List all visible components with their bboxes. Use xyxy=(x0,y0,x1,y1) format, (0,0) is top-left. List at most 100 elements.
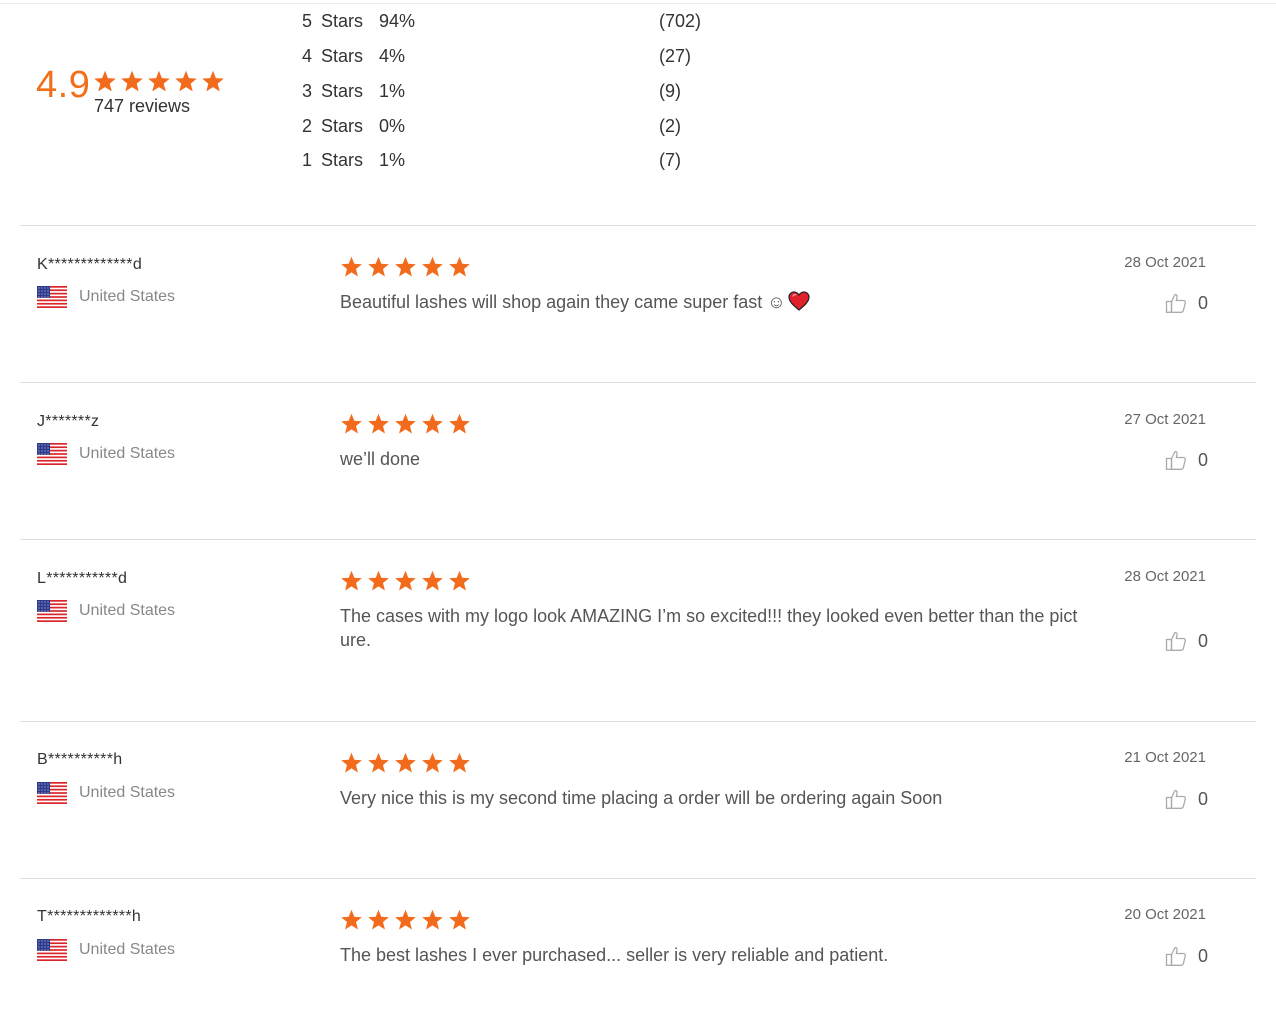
star-icon xyxy=(394,413,417,435)
distribution-star-number: 3 xyxy=(302,81,313,101)
star-icon xyxy=(448,413,471,435)
reviewer-country: United States xyxy=(79,288,176,305)
distribution-percent: 1% xyxy=(379,150,406,170)
us-flag-icon xyxy=(37,939,67,961)
like-button[interactable]: 0 xyxy=(1164,629,1208,653)
distribution-percent: 1% xyxy=(379,81,406,101)
review-date: 20 Oct 2021 xyxy=(1124,906,1206,923)
review-date: 28 Oct 2021 xyxy=(1124,254,1206,271)
star-icon xyxy=(340,256,363,278)
distribution-label: Stars xyxy=(321,150,364,170)
star-icon xyxy=(340,413,363,435)
distribution-percent: 0% xyxy=(379,116,406,136)
reviewer-name: J*******z xyxy=(37,413,100,430)
review-text: The cases with my logo look AMAZING I’m … xyxy=(340,606,1078,650)
review-date: 21 Oct 2021 xyxy=(1124,749,1206,766)
star-icon xyxy=(201,70,225,93)
reviewer-name: T*************h xyxy=(37,908,142,925)
distribution-count: (7) xyxy=(659,150,681,170)
star-icon xyxy=(394,752,417,774)
like-count: 0 xyxy=(1198,788,1209,809)
like-count: 0 xyxy=(1198,292,1209,313)
divider xyxy=(20,721,1256,722)
thumbs-up-icon xyxy=(1164,291,1188,315)
star-icon xyxy=(421,256,444,278)
review-text-content: Beautiful lashes will shop again they ca… xyxy=(340,292,786,312)
star-icon xyxy=(340,570,363,592)
distribution-star-number: 1 xyxy=(302,150,313,170)
distribution-count: (2) xyxy=(659,116,681,136)
reviewer-country: United States xyxy=(79,602,176,619)
reviewer-name: B**********h xyxy=(37,751,123,768)
star-icon xyxy=(120,70,144,93)
review-date: 28 Oct 2021 xyxy=(1124,568,1206,585)
distribution-count: (702) xyxy=(659,11,702,31)
like-button[interactable]: 0 xyxy=(1164,291,1208,315)
star-icon xyxy=(421,570,444,592)
star-icon xyxy=(147,70,171,93)
reviewer-name: L***********d xyxy=(37,570,128,587)
reviewer-country: United States xyxy=(79,784,176,801)
like-count: 0 xyxy=(1198,449,1209,470)
thumbs-up-icon xyxy=(1164,448,1188,472)
rating-summary: 4.9 747 reviews 5 Stars 94% (702) 4 Star… xyxy=(0,0,1276,226)
star-icon xyxy=(340,752,363,774)
reviewer-country: United States xyxy=(79,445,176,462)
divider xyxy=(20,225,1256,226)
like-button[interactable]: 0 xyxy=(1164,944,1208,968)
like-count: 0 xyxy=(1198,630,1209,651)
star-icon xyxy=(421,752,444,774)
review-stars xyxy=(340,909,471,931)
us-flag-icon xyxy=(37,286,67,308)
star-icon xyxy=(394,909,417,931)
us-flag-icon xyxy=(37,782,67,804)
distribution-label: Stars xyxy=(321,11,364,31)
star-icon xyxy=(367,413,390,435)
like-count: 0 xyxy=(1198,945,1209,966)
star-icon xyxy=(448,570,471,592)
average-stars xyxy=(93,70,225,93)
us-flag-icon xyxy=(37,443,67,465)
reviewer-country: United States xyxy=(79,941,176,958)
review-stars xyxy=(340,413,471,435)
star-icon xyxy=(421,413,444,435)
star-icon xyxy=(448,256,471,278)
star-icon xyxy=(394,570,417,592)
distribution-percent: 4% xyxy=(379,46,406,66)
distribution-star-number: 4 xyxy=(302,46,313,66)
like-button[interactable]: 0 xyxy=(1164,787,1208,811)
divider xyxy=(20,878,1256,879)
star-icon xyxy=(367,752,390,774)
us-flag-icon xyxy=(37,600,67,622)
review-text: we’ll done xyxy=(340,449,421,469)
review-stars xyxy=(340,256,471,278)
star-icon xyxy=(367,256,390,278)
distribution-label: Stars xyxy=(321,46,364,66)
divider xyxy=(20,382,1256,383)
distribution-count: (9) xyxy=(659,81,681,101)
like-button[interactable]: 0 xyxy=(1164,448,1208,472)
distribution-star-number: 5 xyxy=(302,11,313,31)
star-icon xyxy=(367,570,390,592)
thumbs-up-icon xyxy=(1164,787,1188,811)
star-icon xyxy=(174,70,198,93)
review-count: 747 reviews xyxy=(94,96,191,116)
star-icon xyxy=(421,909,444,931)
review-text: The best lashes I ever purchased... sell… xyxy=(340,945,889,965)
star-icon xyxy=(93,70,117,93)
review-text: Very nice this is my second time placing… xyxy=(340,788,943,808)
star-icon xyxy=(448,909,471,931)
distribution-label: Stars xyxy=(321,116,364,136)
star-icon xyxy=(448,752,471,774)
review-stars xyxy=(340,570,471,592)
review-stars xyxy=(340,752,471,774)
thumbs-up-icon xyxy=(1164,629,1188,653)
star-icon xyxy=(394,256,417,278)
reviewer-name: K*************d xyxy=(37,256,143,273)
distribution-count: (27) xyxy=(659,46,692,66)
distribution-label: Stars xyxy=(321,81,364,101)
distribution-star-number: 2 xyxy=(302,116,313,136)
review-date: 27 Oct 2021 xyxy=(1124,411,1206,428)
heart-icon xyxy=(788,291,810,317)
review-text: Beautiful lashes will shop again they ca… xyxy=(340,290,1085,317)
